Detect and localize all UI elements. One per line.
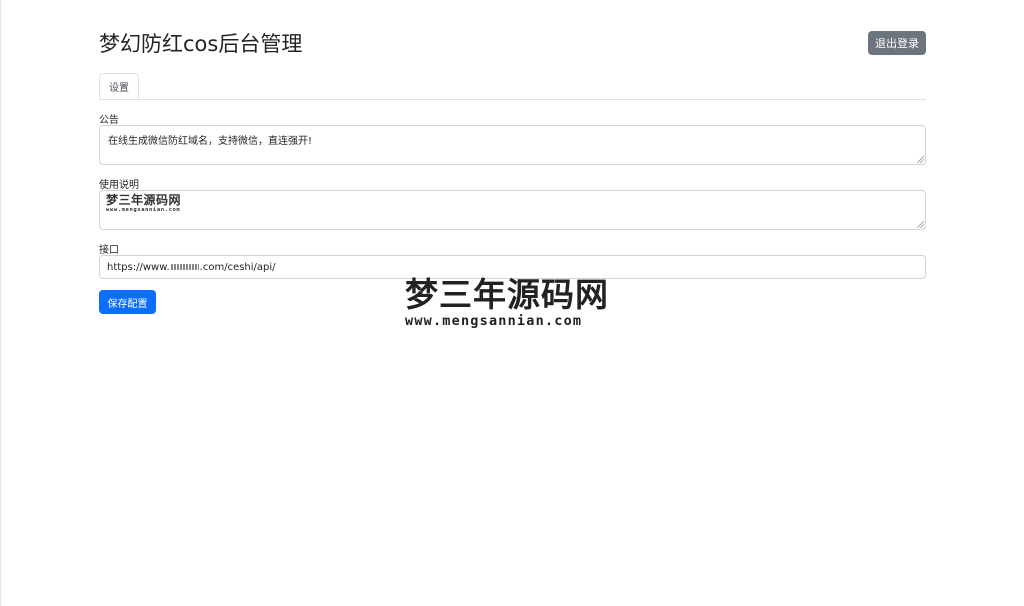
page-title: 梦幻防红cos后台管理 bbox=[99, 32, 303, 56]
watermark-logo: 梦三年源码网 www.mengsannian.com bbox=[405, 276, 621, 332]
tab-settings[interactable]: 设置 bbox=[99, 73, 139, 99]
api-label: 接口 bbox=[99, 245, 119, 256]
save-config-button[interactable]: 保存配置 bbox=[99, 290, 156, 314]
watermark-cn: 梦三年源码网 bbox=[405, 275, 609, 314]
notice-textarea[interactable]: 在线生成微信防红域名，支持微信，直连强开! bbox=[99, 125, 926, 165]
instructions-label: 使用说明 bbox=[99, 180, 139, 191]
resize-grip-icon[interactable] bbox=[917, 221, 924, 228]
instructions-logo-image: 梦三年源码网 www.mengsannian.com bbox=[106, 194, 210, 214]
redacted-mark bbox=[170, 264, 199, 270]
instructions-logo-cn: 梦三年源码网 bbox=[106, 193, 182, 207]
notice-text: 在线生成微信防红域名，支持微信，直连强开! bbox=[108, 136, 313, 147]
instructions-textarea[interactable]: 梦三年源码网 www.mengsannian.com bbox=[99, 190, 926, 230]
api-value-prefix: https://www. bbox=[107, 261, 170, 273]
notice-label: 公告 bbox=[99, 115, 119, 126]
instructions-logo-en: www.mengsannian.com bbox=[106, 207, 181, 213]
resize-grip-icon[interactable] bbox=[917, 156, 924, 163]
logout-button[interactable]: 退出登录 bbox=[868, 31, 926, 55]
tab-bar: 设置 bbox=[99, 73, 926, 100]
page-left-border bbox=[0, 0, 1, 606]
watermark-en: www.mengsannian.com bbox=[405, 313, 583, 329]
api-value-suffix: .com/ceshi/api/ bbox=[199, 261, 276, 273]
